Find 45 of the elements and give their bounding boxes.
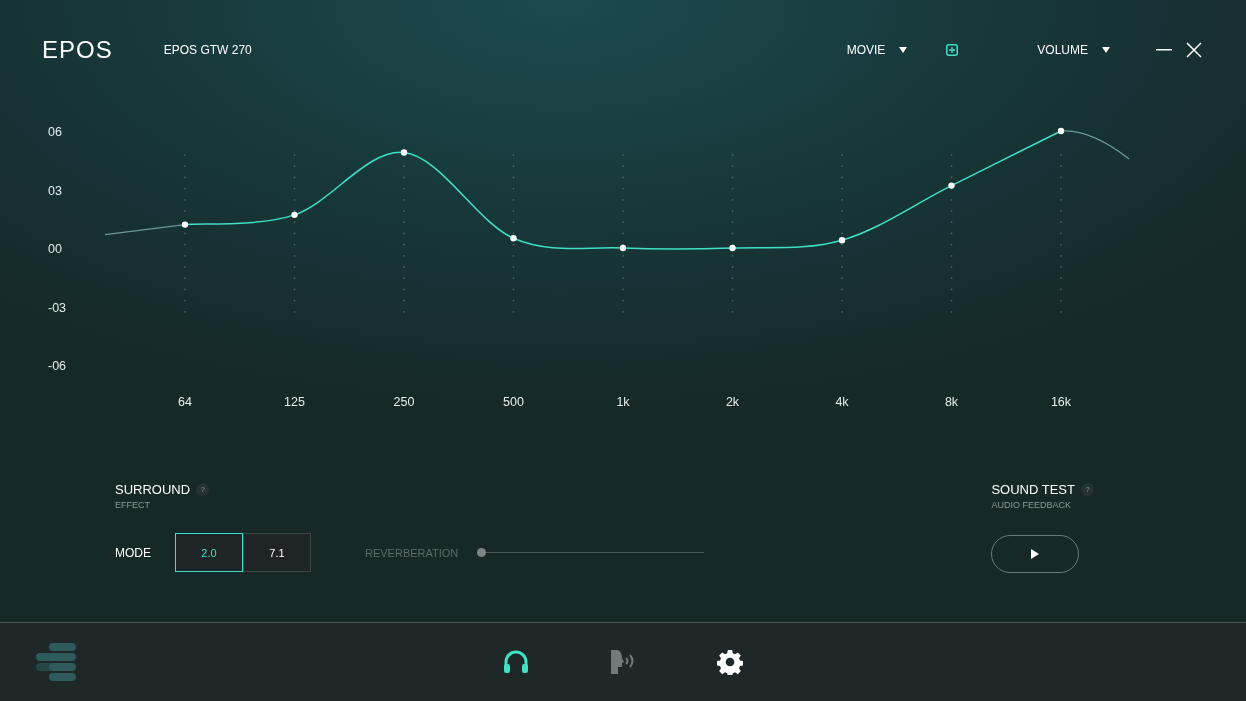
minimize-icon[interactable]: [1156, 49, 1172, 51]
sound-test-subtitle: AUDIO FEEDBACK: [991, 500, 1071, 510]
reverberation-label: REVERBERATION: [365, 546, 459, 559]
x-tick-label: 8k: [944, 395, 959, 409]
volume-dropdown[interactable]: VOLUME: [1037, 43, 1110, 57]
help-button[interactable]: ?: [1081, 483, 1094, 496]
caret-icon: [1102, 47, 1110, 53]
device-name: EPOS GTW 270: [163, 43, 252, 57]
headphones-icon[interactable]: [503, 650, 529, 674]
y-tick-label: 03: [48, 183, 62, 198]
eq-handle[interactable]: [948, 182, 955, 189]
brand-logo: EPOS: [42, 36, 113, 64]
x-tick-label: 64: [178, 395, 192, 409]
preset-dropdown[interactable]: MOVIE: [846, 43, 908, 57]
add-preset-icon[interactable]: [946, 44, 959, 56]
mode-option[interactable]: 7.1: [243, 533, 311, 572]
surround-subtitle: EFFECT: [115, 500, 151, 510]
play-icon: [1031, 549, 1040, 559]
sound-test-title: SOUND TEST: [991, 482, 1075, 497]
close-icon[interactable]: [1186, 42, 1202, 58]
y-tick-label: -06: [48, 359, 67, 373]
eq-handle[interactable]: [838, 237, 846, 244]
x-tick-label: 4k: [835, 395, 849, 409]
x-tick-label: 250: [393, 395, 415, 409]
y-tick-label: 00: [48, 242, 62, 256]
eq-handle[interactable]: [400, 149, 408, 156]
x-tick-label: 125: [284, 395, 305, 409]
eq-handle[interactable]: [510, 235, 517, 242]
x-tick-label: 2k: [725, 395, 740, 409]
settings-icon[interactable]: [717, 649, 743, 675]
x-tick-label: 16k: [1050, 395, 1072, 409]
x-tick-label: 1k: [616, 395, 630, 409]
help-button[interactable]: ?: [196, 483, 210, 496]
x-tick-label: 500: [503, 395, 524, 409]
eq-handle[interactable]: [291, 211, 298, 219]
eq-handle[interactable]: [181, 221, 189, 228]
eq-handle[interactable]: [1057, 127, 1065, 135]
mode-option[interactable]: 2.0: [175, 533, 243, 572]
mode-label: MODE: [115, 545, 151, 560]
caret-icon: [899, 47, 908, 53]
surround-title: SURROUND: [115, 482, 191, 497]
y-tick-label: -03: [48, 300, 67, 315]
eq-handle[interactable]: [729, 244, 736, 252]
y-tick-label: 06: [48, 125, 62, 139]
eq-handle[interactable]: [619, 244, 627, 252]
